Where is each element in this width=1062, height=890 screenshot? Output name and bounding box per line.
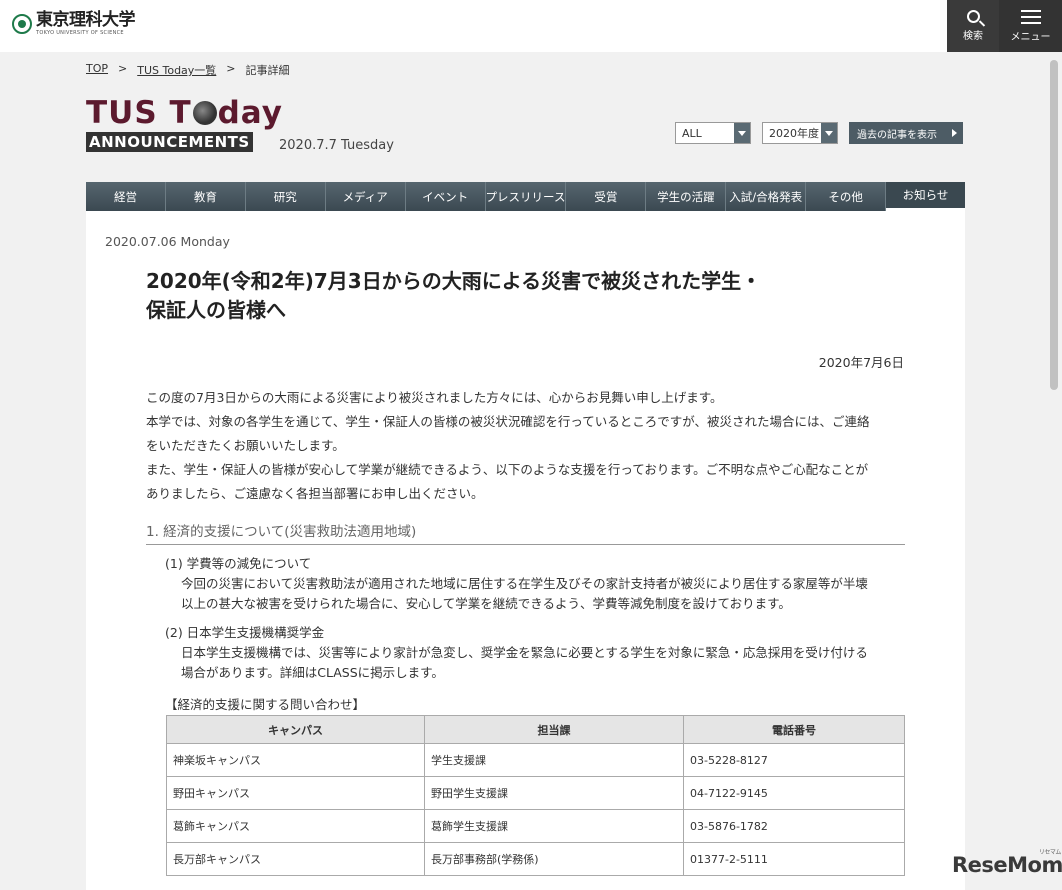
show-past-articles-button[interactable]: 過去の記事を表示	[849, 122, 963, 144]
section-heading: 1. 経済的支援について(災害救助法適用地域)	[146, 520, 905, 545]
chevron-down-icon	[821, 123, 837, 143]
breadcrumb-separator: >	[118, 62, 128, 75]
column-header-phone: 電話番号	[683, 715, 905, 744]
top-bar: 東京理科大学 TOKYO UNIVERSITY OF SCIENCE 検索 メニ…	[0, 0, 1062, 52]
article-title-line2: 保証人の皆様へ	[146, 298, 286, 322]
cell-campus: 神楽坂キャンパス	[166, 743, 425, 777]
cell-department: 学生支援課	[424, 743, 684, 777]
issue-date: 2020.7.7 Tuesday	[279, 138, 394, 153]
cell-campus: 野田キャンパス	[166, 776, 425, 810]
category-select[interactable]: ALL	[675, 122, 751, 144]
logo-japanese: 東京理科大学	[36, 10, 136, 30]
column-header-department: 担当課	[424, 715, 684, 744]
menu-label: メニュー	[1010, 31, 1051, 43]
nav-item-events[interactable]: イベント	[406, 182, 486, 211]
paragraph: をいただきたくお願いいたします。	[146, 438, 345, 453]
post-date: 2020.07.06 Monday	[105, 234, 230, 249]
table-row: 葛飾キャンパス 葛飾学生支援課 03-5876-1782	[166, 809, 905, 843]
category-nav: 経営 教育 研究 メディア イベント プレスリリース 受賞 学生の活躍 入試/合…	[86, 182, 965, 211]
scrollbar-thumb[interactable]	[1050, 60, 1058, 390]
table-header-row: キャンパス 担当課 電話番号	[166, 715, 905, 744]
subsection-text: 場合があります。詳細はCLASSに掲示します。	[181, 665, 444, 680]
cell-phone: 03-5228-8127	[683, 743, 905, 777]
subsection-jasso-scholarship: (2) 日本学生支援機構奨学金 日本学生支援機構では、災害等により家計が急変し、…	[165, 623, 905, 683]
nav-item-admissions[interactable]: 入試/合格発表	[726, 182, 807, 211]
breadcrumb-top-link[interactable]: TOP	[86, 62, 108, 78]
contacts-table: キャンパス 担当課 電話番号 神楽坂キャンパス 学生支援課 03-5228-81…	[166, 715, 905, 876]
paragraph: 本学では、対象の各学生を通じて、学生・保証人の皆様の被災状況確認を行っているとこ…	[146, 414, 870, 429]
nav-item-student-activities[interactable]: 学生の活躍	[646, 182, 727, 211]
table-row: 長万部キャンパス 長万部事務部(学務係) 01377-2-5111	[166, 842, 905, 876]
resemom-watermark: ReseMom リセマム	[952, 849, 1062, 877]
subsection-title: (2) 日本学生支援機構奨学金	[165, 625, 325, 640]
nav-item-press-release[interactable]: プレスリリース	[486, 182, 567, 211]
cell-department: 葛飾学生支援課	[424, 809, 684, 843]
cell-phone: 01377-2-5111	[683, 842, 905, 876]
menu-button[interactable]: メニュー	[999, 0, 1062, 52]
nav-item-media[interactable]: メディア	[326, 182, 406, 211]
cell-campus: 長万部キャンパス	[166, 842, 425, 876]
article-title: 2020年(令和2年)7月3日からの大雨による災害で被災された学生・ 保証人の皆…	[146, 267, 906, 325]
nav-item-awards[interactable]: 受賞	[566, 182, 647, 211]
watermark-small-text: リセマム	[1038, 849, 1062, 856]
search-button[interactable]: 検索	[947, 0, 999, 52]
watermark-text: ReseMom	[952, 853, 1062, 877]
paragraph: また、学生・保証人の皆様が安心して学業が継続できるよう、以下のような支援を行って…	[146, 462, 869, 477]
article-body: この度の7月3日からの大雨による災害により被災されました方々には、心からお見舞い…	[146, 386, 906, 506]
subsection-text: 日本学生支援機構では、災害等により家計が急変し、奨学金を緊急に必要とする学生を対…	[181, 645, 868, 660]
nav-item-management[interactable]: 経営	[86, 182, 166, 211]
search-icon	[966, 10, 980, 23]
breadcrumb-current: 記事詳細	[245, 64, 290, 77]
column-header-campus: キャンパス	[166, 715, 425, 744]
subsection-text: 今回の災害において災害救助法が適用された地域に居住する在学生及びその家計支持者が…	[181, 576, 868, 591]
year-select-value: 2020年度	[769, 127, 819, 140]
breadcrumb: TOP > TUS Today一覧 > 記事詳細	[86, 62, 290, 78]
nav-item-research[interactable]: 研究	[246, 182, 326, 211]
breadcrumb-tus-today-link[interactable]: TUS Today一覧	[137, 62, 216, 78]
chevron-down-icon	[734, 123, 750, 143]
paragraph: ありましたら、ご遠慮なく各担当部署にお申し出ください。	[146, 486, 484, 501]
brand-subtitle: ANNOUNCEMENTS	[86, 132, 253, 152]
article-content: 2020.07.06 Monday 2020年(令和2年)7月3日からの大雨によ…	[86, 211, 965, 890]
paragraph: この度の7月3日からの大雨による災害により被災されました方々には、心からお見舞い…	[146, 390, 723, 405]
university-logo[interactable]: 東京理科大学 TOKYO UNIVERSITY OF SCIENCE	[12, 10, 136, 37]
breadcrumb-separator: >	[226, 62, 236, 75]
subsection-tuition-reduction: (1) 学費等の減免について 今回の災害において災害救助法が適用された地域に居住…	[165, 554, 905, 614]
contact-heading: 【経済的支援に関する問い合わせ】	[165, 697, 366, 712]
brand-title-end: day	[217, 95, 283, 131]
university-emblem-icon	[12, 14, 32, 34]
search-label: 検索	[963, 31, 983, 42]
table-row: 神楽坂キャンパス 学生支援課 03-5228-8127	[166, 743, 905, 777]
nav-item-education[interactable]: 教育	[166, 182, 246, 211]
cell-phone: 04-7122-9145	[683, 776, 905, 810]
brand-title-start: TUS T	[86, 95, 192, 131]
tus-today-brand[interactable]: TUS T day ANNOUNCEMENTS	[86, 96, 283, 152]
category-select-value: ALL	[682, 126, 702, 140]
publish-date: 2020年7月6日	[818, 355, 904, 370]
year-select[interactable]: 2020年度	[762, 122, 838, 144]
article-title-line1: 2020年(令和2年)7月3日からの大雨による災害で被災された学生・	[146, 269, 762, 293]
globe-icon	[192, 101, 217, 125]
cell-department: 野田学生支援課	[424, 776, 684, 810]
table-row: 野田キャンパス 野田学生支援課 04-7122-9145	[166, 776, 905, 810]
cell-campus: 葛飾キャンパス	[166, 809, 425, 843]
subsection-text: 以上の甚大な被害を受けられた場合に、安心して学業を継続できるよう、学費等減免制度…	[181, 596, 791, 611]
nav-item-other[interactable]: その他	[806, 182, 887, 211]
nav-item-announcements[interactable]: お知らせ	[886, 182, 965, 211]
logo-english: TOKYO UNIVERSITY OF SCIENCE	[36, 30, 124, 36]
cell-department: 長万部事務部(学務係)	[424, 842, 684, 876]
cell-phone: 03-5876-1782	[683, 809, 905, 843]
subsection-title: (1) 学費等の減免について	[165, 556, 312, 571]
hamburger-icon	[1020, 9, 1041, 24]
brand-title: TUS T day	[86, 96, 283, 130]
page-scrollbar[interactable]	[1046, 52, 1062, 890]
